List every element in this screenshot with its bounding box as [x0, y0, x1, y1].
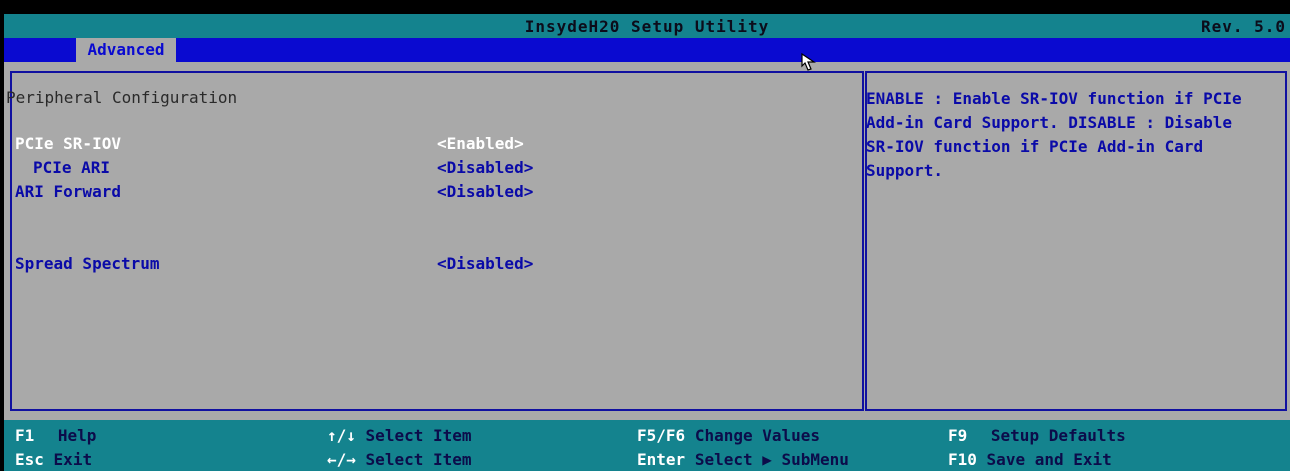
- key-desc: Select ▶ SubMenu: [694, 450, 849, 469]
- key-label: ←/→: [327, 450, 356, 469]
- setting-value[interactable]: <Enabled>: [437, 134, 524, 153]
- key-desc: Save and Exit: [986, 450, 1112, 469]
- footer-key-leftright: ←/→ Select Item: [327, 450, 472, 469]
- footer-key-f1: F1 Help: [15, 426, 96, 445]
- setting-value[interactable]: <Disabled>: [437, 254, 533, 273]
- setting-label: ARI Forward: [15, 182, 121, 201]
- footer-key-enter: Enter Select ▶ SubMenu: [637, 450, 849, 469]
- key-desc: Select Item: [365, 426, 472, 445]
- key-label: Esc: [15, 450, 44, 469]
- help-line: Support.: [866, 161, 944, 180]
- help-line: Add-in Card Support. DISABLE : Disable: [866, 113, 1233, 132]
- setting-label: PCIe ARI: [33, 158, 111, 177]
- title-bar: InsydeH20 Setup Utility Rev. 5.0: [4, 14, 1290, 38]
- mouse-cursor-icon: [801, 52, 816, 71]
- setting-value[interactable]: <Disabled>: [437, 158, 533, 177]
- setting-label: PCIe SR-IOV: [15, 134, 121, 153]
- key-label: ↑/↓: [327, 426, 356, 445]
- key-label: F9: [948, 426, 968, 445]
- footer-keybar: F1 Help Esc Exit ↑/↓ Select Item ←/→ Sel…: [4, 420, 1290, 471]
- tab-advanced[interactable]: Advanced: [76, 38, 176, 62]
- help-line: SR-IOV function if PCIe Add-in Card: [866, 137, 1204, 156]
- footer-key-updown: ↑/↓ Select Item: [327, 426, 472, 445]
- key-label: F5/F6: [637, 426, 686, 445]
- key-desc: Change Values: [694, 426, 821, 445]
- help-line: ENABLE : Enable SR-IOV function if PCIe: [866, 89, 1242, 108]
- section-title: Peripheral Configuration: [6, 88, 238, 107]
- setting-value[interactable]: <Disabled>: [437, 182, 533, 201]
- key-desc: Exit: [53, 450, 93, 469]
- footer-key-f10: F10 Save and Exit: [948, 450, 1112, 469]
- footer-key-f9: F9 Setup Defaults: [948, 426, 1126, 445]
- key-label: F1: [15, 426, 35, 445]
- key-desc: Setup Defaults: [990, 426, 1126, 445]
- footer-key-f5f6: F5/F6 Change Values: [637, 426, 820, 445]
- settings-panel: [10, 71, 864, 411]
- key-desc: Select Item: [365, 450, 472, 469]
- help-text: ENABLE : Enable SR-IOV function if PCIe …: [866, 87, 1276, 183]
- footer-key-esc: Esc Exit: [15, 450, 92, 469]
- setting-label: Spread Spectrum: [15, 254, 160, 273]
- key-label: F10: [948, 450, 977, 469]
- key-desc: Help: [57, 426, 97, 445]
- revision-label: Rev. 5.0: [1200, 17, 1286, 36]
- key-label: Enter: [637, 450, 686, 469]
- app-title: InsydeH20 Setup Utility: [524, 17, 770, 36]
- tab-bar: Advanced: [4, 38, 1290, 62]
